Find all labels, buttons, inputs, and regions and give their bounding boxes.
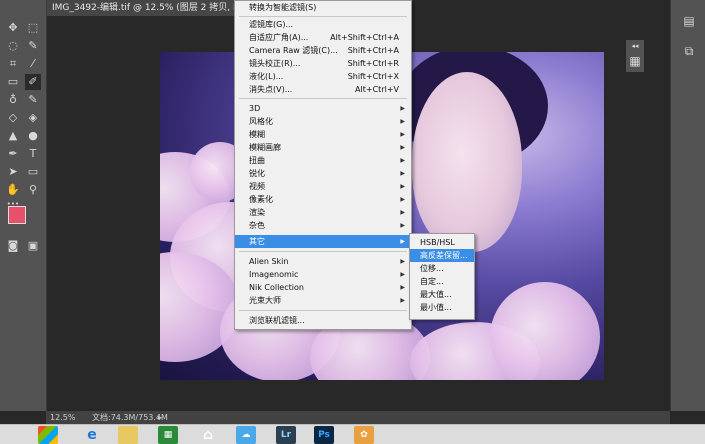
submenu-arrow-icon: ▶ (400, 238, 405, 245)
eraser-tool-icon[interactable]: ◇ (5, 110, 21, 126)
submenu-item-hsb-hsl[interactable]: HSB/HSL (410, 236, 474, 249)
submenu-arrow-icon: ▶ (400, 183, 405, 190)
image-face (412, 72, 522, 252)
submenu-item-offset[interactable]: 位移... (410, 262, 474, 275)
submenu-item-minimum[interactable]: 最小值... (410, 301, 474, 314)
menu-separator (239, 310, 407, 311)
zoom-tool-icon[interactable]: ⚲ (25, 182, 41, 198)
properties-panel-icon[interactable]: ⧉ (681, 44, 697, 59)
document-tab[interactable]: IMG_3492-编辑.tif @ 12.5% (图层 2 拷贝, RGB/8)… (46, 0, 236, 16)
menu-separator (239, 251, 407, 252)
history-panel-icon[interactable]: ▤ (681, 14, 697, 28)
menu-item-video[interactable]: 视频 ▶ (235, 180, 411, 193)
menu-item-browse-online-filters[interactable]: 浏览联机滤镜... (235, 314, 411, 327)
history-brush-tool-icon[interactable]: ✎ (25, 92, 41, 108)
photoshop-icon[interactable]: Ps (314, 426, 334, 444)
foreground-color-swatch[interactable] (8, 206, 26, 224)
menu-item-blur[interactable]: 模糊 ▶ (235, 128, 411, 141)
menu-item-convert-smart-filter[interactable]: 转换为智能滤镜(S) (235, 1, 411, 14)
blur-tool-icon[interactable]: ▲ (5, 128, 21, 144)
submenu-arrow-icon: ▶ (400, 284, 405, 291)
submenu-arrow-icon: ▶ (400, 157, 405, 164)
spreadsheet-app-icon[interactable]: ▦ (158, 426, 178, 444)
submenu-item-custom[interactable]: 自定... (410, 275, 474, 288)
menu-item-alien-skin[interactable]: Alien Skin ▶ (235, 255, 411, 268)
menu-item-stylize[interactable]: 风格化 ▶ (235, 115, 411, 128)
submenu-arrow-icon: ▶ (400, 258, 405, 265)
menu-item-beam-master[interactable]: 光束大师 ▶ (235, 294, 411, 307)
file-explorer-icon[interactable] (118, 426, 138, 444)
taskbar: e ▦ ⌂ ☁ Lr Ps ✿ (0, 424, 705, 444)
panel-collapse-icon[interactable]: ◂◂ (627, 42, 643, 50)
menu-item-other[interactable]: 其它 ▶ (235, 235, 411, 248)
menu-separator (239, 16, 407, 17)
brush-tool-icon[interactable]: ✐ (25, 74, 41, 90)
menu-item-noise[interactable]: 杂色 ▶ (235, 219, 411, 232)
lasso-tool-icon[interactable]: ◌ (5, 38, 21, 54)
windows-start-icon[interactable] (38, 426, 58, 444)
adjustments-panel-icon[interactable]: ▦ (627, 54, 643, 68)
filter-menu: 转换为智能滤镜(S) 滤镜库(G)... 自适应广角(A)... Alt+Shif… (234, 0, 412, 330)
crop-tool-icon[interactable]: ⌗ (5, 56, 21, 72)
move-tool-icon[interactable]: ✥ (5, 20, 21, 36)
menu-separator (239, 98, 407, 99)
internet-explorer-icon[interactable]: e (82, 426, 102, 444)
menu-item-render[interactable]: 渲染 ▶ (235, 206, 411, 219)
menu-item-pixelate[interactable]: 像素化 ▶ (235, 193, 411, 206)
quick-select-tool-icon[interactable]: ✎ (25, 38, 41, 54)
lightroom-icon[interactable]: Lr (276, 426, 296, 444)
eyedropper-tool-icon[interactable]: ⁄ (25, 56, 41, 72)
menu-item-sharpen[interactable]: 锐化 ▶ (235, 167, 411, 180)
right-panel-dock: ▤ ⧉ (670, 0, 705, 411)
type-tool-icon[interactable]: T (25, 146, 41, 162)
status-arrow-icon[interactable]: ▸ (158, 411, 162, 424)
tools-panel: ✥ ⬚ ◌ ✎ ⌗ ⁄ ▭ ✐ ♁ ✎ ◇ ◈ ▲ ● ✒ T ➤ ▭ ✋ ⚲ … (0, 0, 47, 411)
cloud-app-icon[interactable]: ☁ (236, 426, 256, 444)
paint-bucket-tool-icon[interactable]: ◈ (25, 110, 41, 126)
other-submenu: HSB/HSL 高反差保留... 位移... 自定... 最大值... 最小值.… (409, 233, 475, 320)
submenu-arrow-icon: ▶ (400, 196, 405, 203)
submenu-arrow-icon: ▶ (400, 105, 405, 112)
menu-item-liquify[interactable]: 液化(L)... Shift+Ctrl+X (235, 70, 411, 83)
menu-item-distort[interactable]: 扭曲 ▶ (235, 154, 411, 167)
menu-item-filter-gallery[interactable]: 滤镜库(G)... (235, 18, 411, 31)
tiger-app-icon[interactable]: ✿ (354, 426, 374, 444)
menu-item-imagenomic[interactable]: Imagenomic ▶ (235, 268, 411, 281)
menu-item-nik-collection[interactable]: Nik Collection ▶ (235, 281, 411, 294)
menu-item-3d[interactable]: 3D ▶ (235, 102, 411, 115)
healing-brush-tool-icon[interactable]: ▭ (5, 74, 21, 90)
zoom-level[interactable]: 12.5% (50, 411, 75, 424)
quick-mask-icon[interactable]: ◙ (5, 238, 21, 254)
submenu-item-maximum[interactable]: 最大值... (410, 288, 474, 301)
submenu-arrow-icon: ▶ (400, 222, 405, 229)
status-bar: 12.5% 文档:74.3M/753.4M ▸ (46, 411, 670, 424)
submenu-arrow-icon: ▶ (400, 118, 405, 125)
marquee-tool-icon[interactable]: ⬚ (25, 20, 41, 36)
dodge-tool-icon[interactable]: ● (25, 128, 41, 144)
document-tab-title: IMG_3492-编辑.tif @ 12.5% (图层 2 拷贝, RGB/8)… (52, 3, 236, 13)
screen-mode-icon[interactable]: ▣ (25, 238, 41, 254)
menu-item-blur-gallery[interactable]: 模糊画廊 ▶ (235, 141, 411, 154)
menu-item-vanishing-point[interactable]: 消失点(V)... Alt+Ctrl+V (235, 83, 411, 96)
document-size: 文档:74.3M/753.4M (92, 413, 168, 422)
pen-tool-icon[interactable]: ✒ (5, 146, 21, 162)
collapsed-panel: ◂◂ ▦ (626, 40, 644, 72)
path-selection-tool-icon[interactable]: ➤ (5, 164, 21, 180)
submenu-arrow-icon: ▶ (400, 144, 405, 151)
clone-stamp-tool-icon[interactable]: ♁ (5, 92, 21, 108)
submenu-arrow-icon: ▶ (400, 209, 405, 216)
menu-item-adaptive-wide-angle[interactable]: 自适应广角(A)... Alt+Shift+Ctrl+A (235, 31, 411, 44)
submenu-arrow-icon: ▶ (400, 271, 405, 278)
home-icon[interactable]: ⌂ (198, 426, 218, 444)
menu-item-lens-correction[interactable]: 镜头校正(R)... Shift+Ctrl+R (235, 57, 411, 70)
rectangle-tool-icon[interactable]: ▭ (25, 164, 41, 180)
submenu-arrow-icon: ▶ (400, 131, 405, 138)
submenu-arrow-icon: ▶ (400, 297, 405, 304)
submenu-arrow-icon: ▶ (400, 170, 405, 177)
image-blossom (490, 282, 600, 380)
submenu-item-high-pass[interactable]: 高反差保留... (410, 249, 474, 262)
menu-item-camera-raw[interactable]: Camera Raw 滤镜(C)... Shift+Ctrl+A (235, 44, 411, 57)
